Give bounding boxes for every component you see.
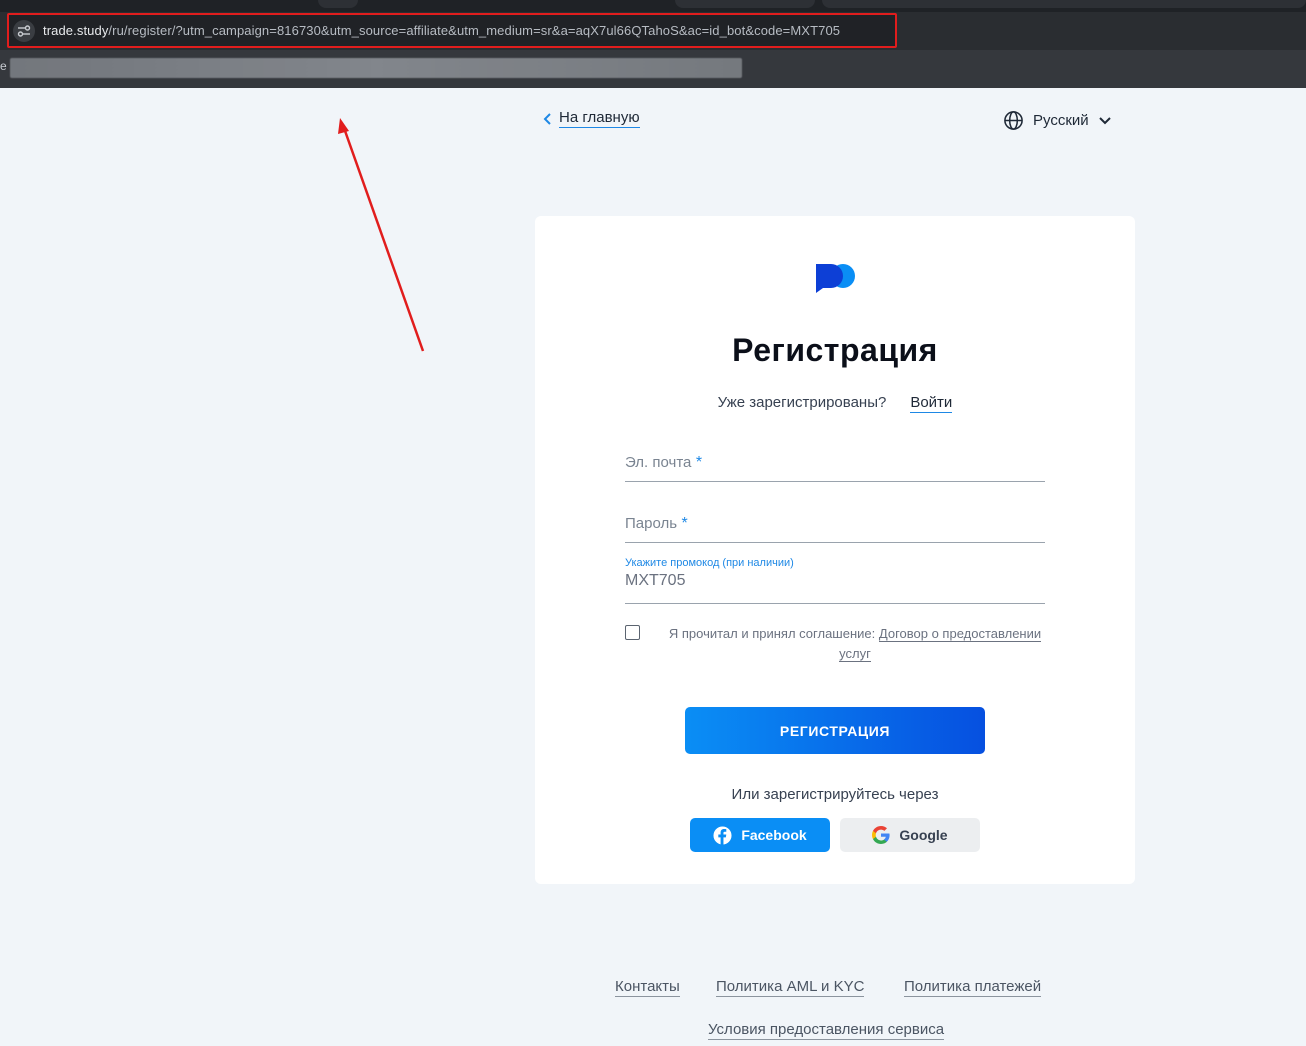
redacted-bookmarks (10, 58, 742, 78)
required-mark: * (681, 515, 688, 532)
browser-tab-edge (822, 0, 1306, 8)
page-title: Регистрация (732, 332, 938, 368)
brand-logo-icon (816, 264, 855, 293)
required-mark: * (695, 454, 703, 471)
facebook-icon (713, 825, 732, 845)
register-button[interactable]: РЕГИСТРАЦИЯ (685, 707, 985, 754)
globe-icon (1004, 111, 1023, 130)
password-field[interactable]: Пароль * (625, 511, 1045, 543)
language-label: Русский (1033, 112, 1089, 129)
promo-code-field[interactable]: Укажите промокод (при наличии) MXT705 (625, 556, 1045, 604)
site-settings-icon[interactable] (13, 19, 35, 42)
facebook-label: Facebook (741, 827, 807, 843)
registration-card: Регистрация Уже зарегистрированы? Войти … (535, 216, 1135, 884)
footer-aml-kyc-link[interactable]: Политика AML и KYC (716, 978, 865, 997)
email-field[interactable]: Эл. почта * (625, 450, 1045, 482)
chevron-left-icon (543, 112, 551, 125)
google-icon (872, 826, 890, 844)
login-link[interactable]: Войти (910, 394, 953, 413)
google-label: Google (899, 827, 948, 843)
back-to-home-link[interactable]: На главную (543, 109, 640, 128)
footer-terms-link[interactable]: Условия предоставления сервиса (708, 1021, 945, 1040)
agreement-label: Я прочитал и принял соглашение: (668, 626, 876, 641)
annotation-arrow (338, 118, 425, 352)
agreement-text: Я прочитал и принял соглашение: Договор … (665, 624, 1045, 664)
password-placeholder: Пароль (625, 515, 678, 532)
footer-payments-link[interactable]: Политика платежей (904, 978, 1042, 997)
google-signup-button[interactable]: Google (840, 818, 980, 852)
facebook-signup-button[interactable]: Facebook (690, 818, 830, 852)
language-selector[interactable]: Русский (1003, 110, 1112, 131)
promo-code-value: MXT705 (625, 572, 686, 589)
footer-contacts-link[interactable]: Контакты (615, 978, 680, 997)
social-signup-text: Или зарегистрируйтесь через (731, 786, 939, 803)
promo-code-label: Укажите промокод (при наличии) (625, 557, 794, 569)
browser-tab-edge (675, 0, 815, 8)
chevron-down-icon (1098, 116, 1111, 124)
url-host: trade.study (43, 23, 109, 38)
url-field[interactable]: trade.study/ru/register/?utm_campaign=81… (7, 13, 897, 48)
browser-tab-edge (318, 0, 358, 8)
email-placeholder: Эл. почта (625, 454, 692, 471)
already-registered-text: Уже зарегистрированы? (717, 394, 887, 411)
url-text: trade.study/ru/register/?utm_campaign=81… (43, 23, 840, 38)
url-path: /ru/register/?utm_campaign=816730&utm_so… (108, 23, 841, 38)
bookmark-label[interactable]: e (0, 59, 7, 73)
back-link-label: На главную (559, 109, 640, 128)
agreement-checkbox[interactable] (625, 625, 640, 640)
login-prompt: Уже зарегистрированы? Войти (535, 394, 1135, 413)
